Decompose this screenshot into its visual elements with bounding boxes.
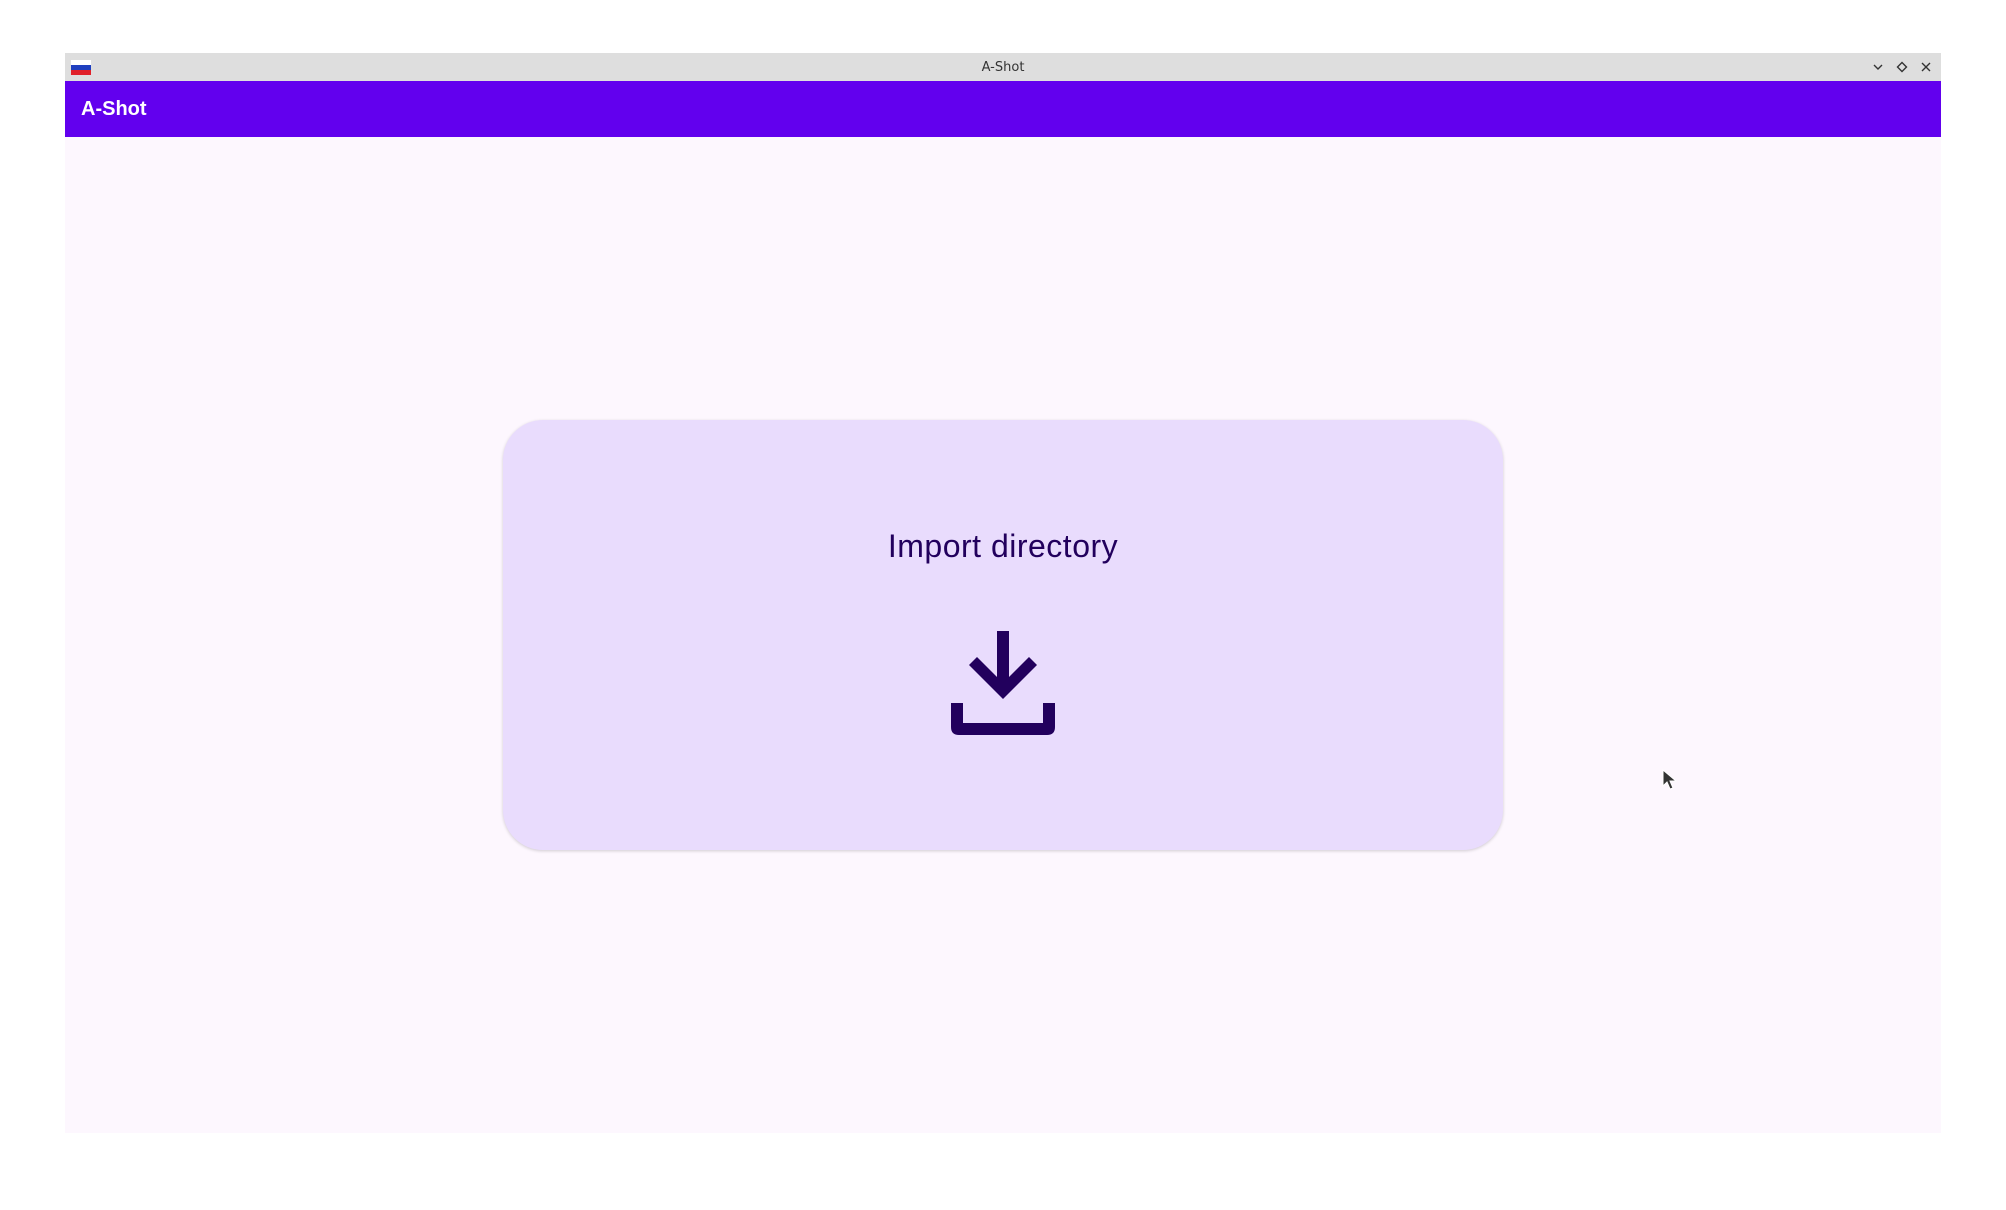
import-directory-button[interactable]: Import directory [503, 420, 1503, 850]
maximize-icon[interactable] [1893, 58, 1911, 76]
app-title: A-Shot [81, 97, 147, 120]
import-directory-label: Import directory [887, 528, 1119, 564]
app-window: A-Shot A-Shot Import directory [65, 53, 1941, 1133]
window-controls [1869, 53, 1935, 81]
russia-flag-icon[interactable] [71, 60, 91, 75]
window-titlebar[interactable]: A-Shot [65, 53, 1941, 81]
app-bar: A-Shot [65, 81, 1941, 137]
window-title: A-Shot [981, 59, 1025, 75]
close-icon[interactable] [1917, 58, 1935, 76]
download-icon [951, 631, 1055, 735]
mouse-cursor-icon [1662, 769, 1678, 790]
minimize-icon[interactable] [1869, 58, 1887, 76]
